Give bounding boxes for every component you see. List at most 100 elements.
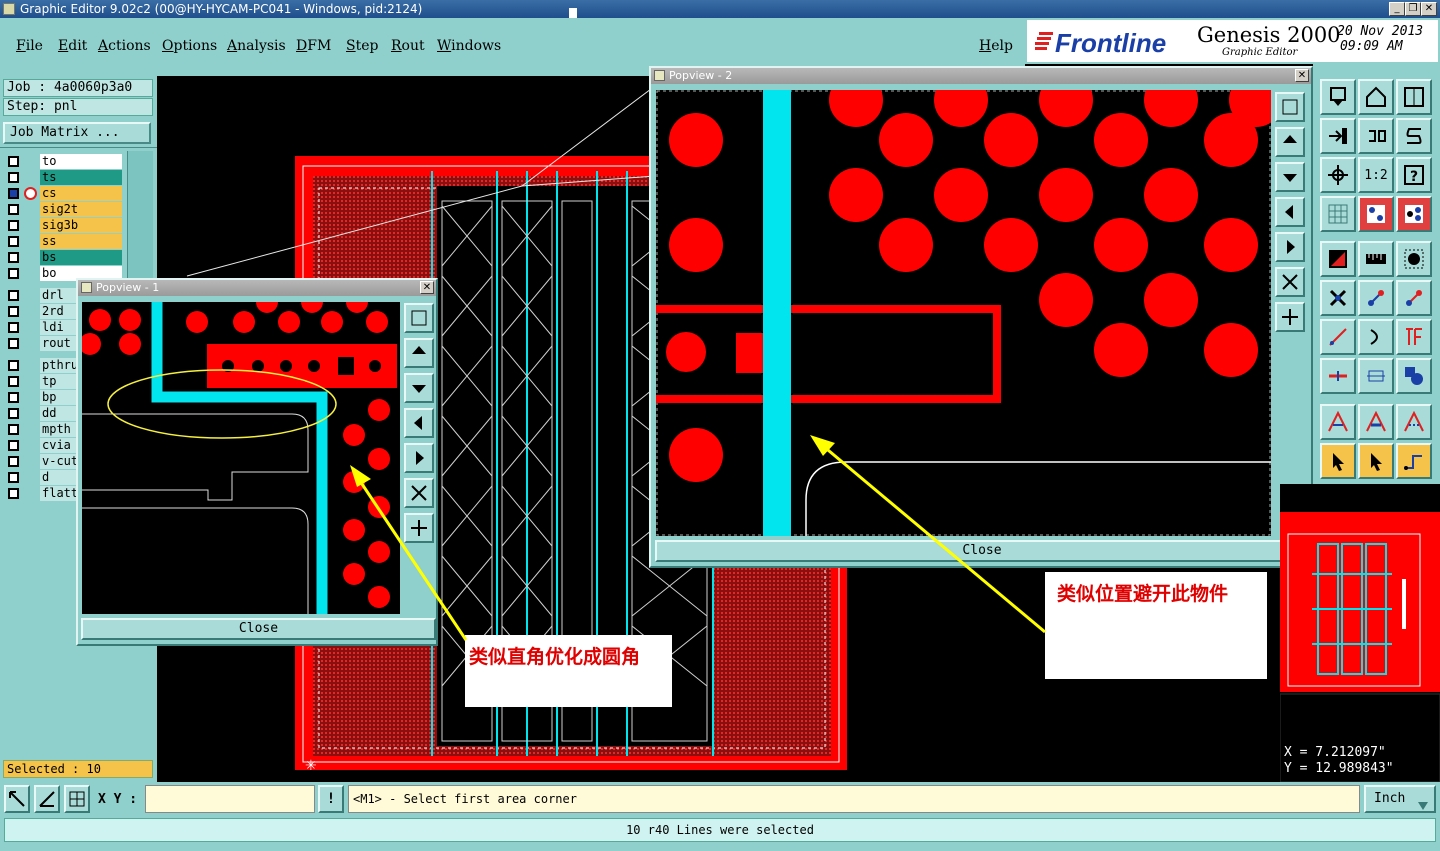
popview-1-zoom-out-icon[interactable] bbox=[404, 478, 434, 508]
layer-checkbox[interactable] bbox=[8, 338, 19, 349]
popview-2-pan-up-icon[interactable] bbox=[1275, 127, 1305, 157]
popview-1-zoom-fit-icon[interactable] bbox=[404, 303, 434, 333]
help-icon[interactable]: ? bbox=[1396, 157, 1432, 193]
popview-2-canvas[interactable] bbox=[656, 90, 1271, 536]
popview-1-pan-left-icon[interactable] bbox=[404, 408, 434, 438]
layer-row-sig3b[interactable]: sig3b bbox=[5, 218, 127, 233]
route-icon[interactable] bbox=[1396, 443, 1432, 479]
pad-icon[interactable] bbox=[1396, 241, 1432, 277]
layer-checkbox[interactable] bbox=[8, 360, 19, 371]
polygon-a-icon[interactable] bbox=[1320, 404, 1356, 440]
menu-rout[interactable]: Rout bbox=[391, 38, 425, 54]
scale-icon[interactable]: 1:2 bbox=[1358, 157, 1394, 193]
undo-icon[interactable] bbox=[1358, 118, 1394, 154]
layer-name[interactable]: sig2t bbox=[40, 202, 122, 217]
color-layer-icon[interactable] bbox=[1320, 241, 1356, 277]
snap-grid-icon[interactable] bbox=[64, 785, 90, 813]
layer-checkbox[interactable] bbox=[8, 456, 19, 467]
menu-help[interactable]: Help bbox=[979, 38, 1013, 54]
import-icon[interactable] bbox=[1320, 118, 1356, 154]
popview-2-close-x-button[interactable]: ✕ bbox=[1295, 69, 1309, 82]
menu-analysis[interactable]: Analysis bbox=[227, 38, 286, 54]
menu-file[interactable]: File bbox=[16, 38, 43, 54]
layer-checkbox[interactable] bbox=[8, 440, 19, 451]
layer-row-cs[interactable]: cs bbox=[5, 186, 127, 201]
pan-icon[interactable] bbox=[1320, 157, 1356, 193]
home-icon[interactable] bbox=[1358, 79, 1394, 115]
layer-checkbox[interactable] bbox=[8, 290, 19, 301]
layer-row-to[interactable]: to bbox=[5, 154, 127, 169]
zoom-window-icon[interactable] bbox=[4, 785, 30, 813]
net-select-2-icon[interactable] bbox=[1396, 196, 1432, 232]
arc-icon[interactable] bbox=[1358, 319, 1394, 355]
open-step-icon[interactable] bbox=[1320, 79, 1356, 115]
layer-name[interactable]: ss bbox=[40, 234, 122, 249]
layer-checkbox[interactable] bbox=[8, 156, 19, 167]
polygon-c-icon[interactable] bbox=[1396, 404, 1432, 440]
layer-checkbox[interactable] bbox=[8, 488, 19, 499]
popview-2-zoom-in-icon[interactable] bbox=[1275, 302, 1305, 332]
line-icon[interactable] bbox=[1320, 319, 1356, 355]
layer-checkbox[interactable] bbox=[8, 220, 19, 231]
warning-button[interactable]: ! bbox=[318, 785, 344, 813]
layer-checkbox[interactable] bbox=[8, 252, 19, 263]
delete-icon[interactable] bbox=[1320, 280, 1356, 316]
popview-1-pan-up-icon[interactable] bbox=[404, 338, 434, 368]
layer-checkbox[interactable] bbox=[8, 392, 19, 403]
measure-icon[interactable] bbox=[1358, 358, 1394, 394]
layer-name[interactable]: to bbox=[40, 154, 122, 169]
measure-tool-icon[interactable] bbox=[34, 785, 60, 813]
copy-icon[interactable] bbox=[1396, 280, 1432, 316]
layer-row-ts[interactable]: ts bbox=[5, 170, 127, 185]
popview-1-zoom-in-icon[interactable] bbox=[404, 513, 434, 543]
pointer-edit-icon[interactable] bbox=[1358, 443, 1394, 479]
net-select-icon[interactable] bbox=[1358, 196, 1394, 232]
layer-checkbox[interactable] bbox=[8, 188, 19, 199]
layer-row-bs[interactable]: bs bbox=[5, 250, 127, 265]
layer-checkbox[interactable] bbox=[8, 424, 19, 435]
layer-checkbox[interactable] bbox=[8, 172, 19, 183]
popview-1-close-x-button[interactable]: ✕ bbox=[420, 281, 434, 294]
layer-checkbox[interactable] bbox=[8, 268, 19, 279]
text-layer-icon[interactable] bbox=[1396, 319, 1432, 355]
menu-dfm[interactable]: DFM bbox=[296, 38, 331, 54]
xy-input[interactable] bbox=[145, 785, 315, 813]
popview-1-canvas[interactable] bbox=[82, 302, 400, 614]
menu-edit[interactable]: Edit bbox=[58, 38, 87, 54]
polygon-b-icon[interactable] bbox=[1358, 404, 1394, 440]
popview-2-close-button[interactable]: Close bbox=[655, 540, 1309, 562]
unit-selector[interactable]: Inch bbox=[1364, 785, 1436, 813]
restore-button[interactable]: ❐ bbox=[1405, 2, 1421, 16]
layer-checkbox[interactable] bbox=[8, 408, 19, 419]
layer-checkbox[interactable] bbox=[8, 376, 19, 387]
layer-row-sig2t[interactable]: sig2t bbox=[5, 202, 127, 217]
overview-minimap[interactable]: X = 7.212097" Y = 12.989843" bbox=[1280, 484, 1440, 782]
pointer-select-icon[interactable] bbox=[1320, 443, 1356, 479]
snap-icon[interactable] bbox=[1396, 118, 1432, 154]
layer-name[interactable]: cs bbox=[40, 186, 122, 201]
popview-1-close-button[interactable]: Close bbox=[81, 618, 436, 640]
menu-step[interactable]: Step bbox=[346, 38, 378, 54]
layer-checkbox[interactable] bbox=[8, 322, 19, 333]
layer-checkbox[interactable] bbox=[8, 306, 19, 317]
popview-2-pan-right-icon[interactable] bbox=[1275, 232, 1305, 262]
popview-1-pan-right-icon[interactable] bbox=[404, 443, 434, 473]
menu-options[interactable]: Options bbox=[162, 38, 217, 54]
popview-1-pan-down-icon[interactable] bbox=[404, 373, 434, 403]
popview-2-pan-left-icon[interactable] bbox=[1275, 197, 1305, 227]
close-window-button[interactable]: ✕ bbox=[1421, 2, 1437, 16]
job-matrix-button[interactable]: Job Matrix ... bbox=[3, 122, 151, 144]
popview-2-zoom-out-icon[interactable] bbox=[1275, 267, 1305, 297]
layer-checkbox[interactable] bbox=[8, 472, 19, 483]
minimize-button[interactable]: _ bbox=[1389, 2, 1405, 16]
layer-row-ss[interactable]: ss bbox=[5, 234, 127, 249]
ruler-icon[interactable] bbox=[1358, 241, 1394, 277]
grid-icon[interactable] bbox=[1320, 196, 1356, 232]
layer-name[interactable]: sig3b bbox=[40, 218, 122, 233]
layer-name[interactable]: bs bbox=[40, 250, 122, 265]
menu-windows[interactable]: Windows bbox=[437, 38, 501, 54]
feature-icon[interactable] bbox=[1396, 358, 1432, 394]
layer-checkbox[interactable] bbox=[8, 204, 19, 215]
window-layout-icon[interactable] bbox=[1396, 79, 1432, 115]
split-icon[interactable] bbox=[1320, 358, 1356, 394]
